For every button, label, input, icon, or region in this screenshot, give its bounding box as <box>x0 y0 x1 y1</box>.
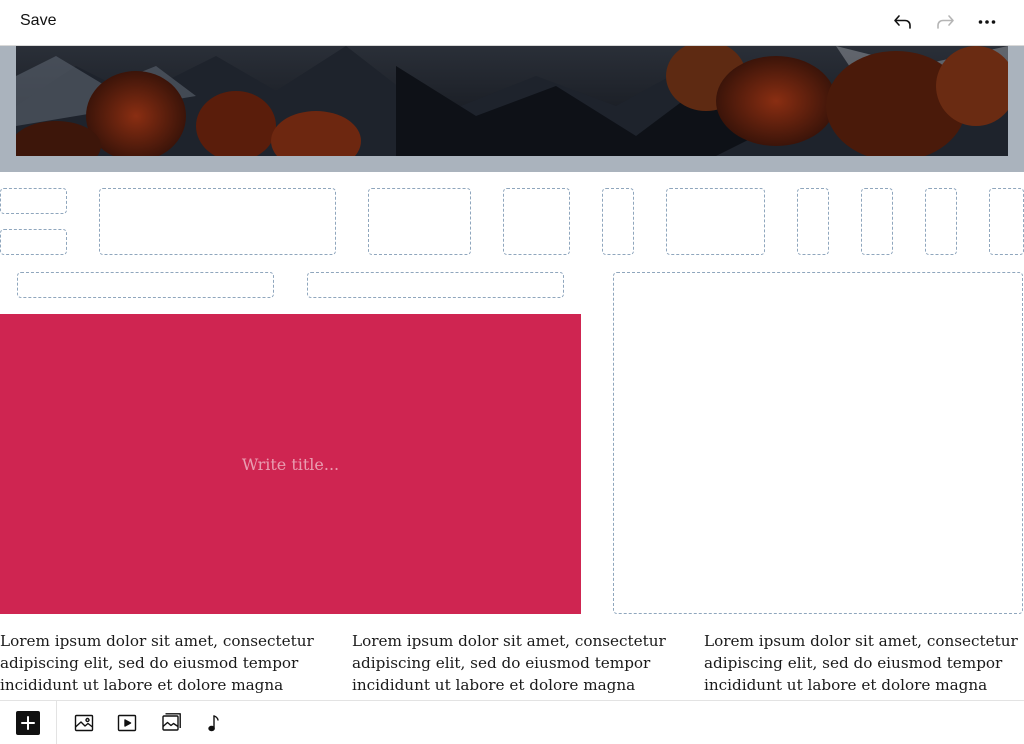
image-icon[interactable] <box>73 712 95 734</box>
save-button[interactable]: Save <box>20 12 56 30</box>
more-icon[interactable] <box>976 11 998 33</box>
gallery-icon[interactable] <box>160 712 182 734</box>
placeholder-block[interactable] <box>0 188 67 214</box>
title-placeholder[interactable]: Write title... <box>242 455 339 474</box>
placeholder-block[interactable] <box>602 188 634 255</box>
placeholder-block[interactable] <box>17 272 274 298</box>
placeholder-block[interactable] <box>989 188 1024 255</box>
redo-icon[interactable] <box>934 11 956 33</box>
placeholder-block[interactable] <box>503 188 570 255</box>
placeholder-block[interactable] <box>0 229 67 255</box>
hero-image-frame <box>0 46 1024 172</box>
undo-icon[interactable] <box>892 11 914 33</box>
placeholder-block[interactable] <box>307 272 564 298</box>
add-icon[interactable] <box>16 711 40 735</box>
audio-icon[interactable] <box>203 712 225 734</box>
placeholder-block[interactable] <box>666 188 765 255</box>
mountain-autumn-image[interactable] <box>16 46 1008 156</box>
placeholder-block[interactable] <box>99 188 336 255</box>
placeholder-block[interactable] <box>797 188 829 255</box>
title-card[interactable]: Write title... <box>0 314 581 614</box>
top-toolbar: Save <box>0 0 1024 46</box>
toolbar-divider <box>56 701 57 744</box>
placeholder-block-large[interactable] <box>613 272 1023 614</box>
text-column-2[interactable]: Lorem ipsum dolor sit amet, consectetur … <box>352 630 672 696</box>
text-column-3[interactable]: Lorem ipsum dolor sit amet, consectetur … <box>704 630 1024 696</box>
placeholder-block[interactable] <box>368 188 471 255</box>
placeholder-block[interactable] <box>925 188 957 255</box>
bottom-toolbar <box>0 700 1024 744</box>
video-icon[interactable] <box>116 712 138 734</box>
placeholder-block[interactable] <box>861 188 893 255</box>
text-column-1[interactable]: Lorem ipsum dolor sit amet, consectetur … <box>0 630 320 696</box>
